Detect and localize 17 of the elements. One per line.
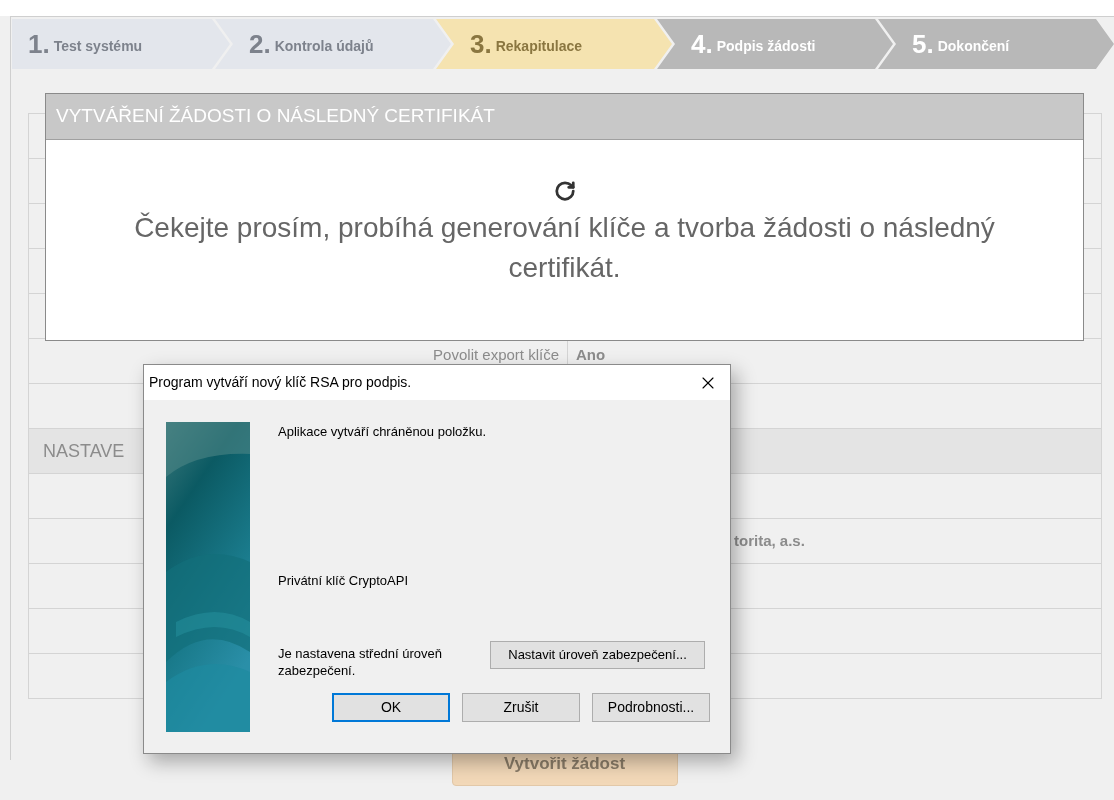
dialog-button[interactable]: Podrobnosti... xyxy=(592,693,710,722)
item-name: Privátní klíč CryptoAPI xyxy=(278,571,410,590)
wizard-step: 1.Test systému xyxy=(12,19,230,69)
field-value: Ano xyxy=(576,345,606,365)
dialog-title: Program vytváří nový klíč RSA pro podpis. xyxy=(149,373,412,392)
wizard-step: 5.Dokončení xyxy=(878,19,1114,69)
field-label: Povolit export klíče xyxy=(433,345,559,365)
dialog-button[interactable]: OK xyxy=(332,693,450,722)
spinner-icon xyxy=(553,180,576,202)
wizard-step: 2.Kontrola údajů xyxy=(215,19,451,69)
dialog-button[interactable]: Zrušit xyxy=(462,693,580,722)
wizard-step: 4.Podpis žádosti xyxy=(657,19,893,69)
field-value: torita, a.s. xyxy=(734,530,805,551)
loading-message: Čekejte prosím, probíhá generování klíče a tvorba žádosti o následný certifikát. xyxy=(133,211,996,285)
security-level-button[interactable]: Nastavit úroveň zabezpečení... xyxy=(490,641,705,669)
wizard-step: 3.Rekapitulace xyxy=(436,19,672,69)
security-text: Je nastavena střední úroveň zabezpečení. xyxy=(278,645,444,679)
